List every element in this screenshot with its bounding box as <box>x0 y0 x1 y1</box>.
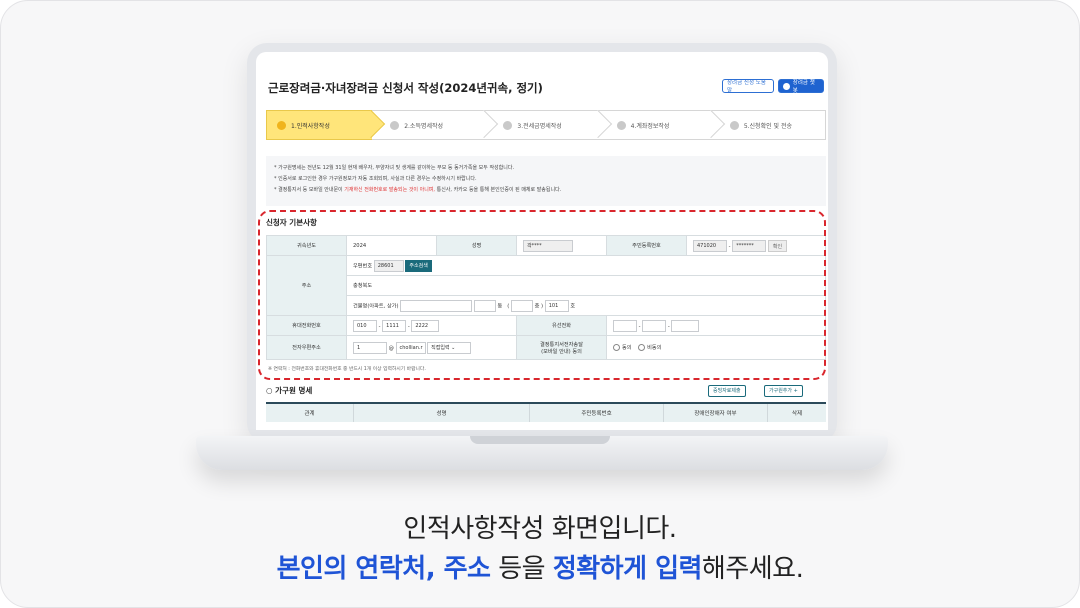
chat-icon <box>783 82 790 90</box>
step-3-icon <box>503 120 513 130</box>
step-4[interactable]: 4.계좌정보작성 <box>598 109 725 140</box>
add-family-button[interactable]: 가구원추가 + <box>764 385 803 397</box>
step-3-label: 3.전세금명세작성 <box>517 122 562 130</box>
step-progress: 1.인적사항작성 2.소득명세작성 3.전세금명세작성 4.계좌정보작성 5.신… <box>266 109 827 140</box>
step-1-icon <box>277 120 286 130</box>
step-5[interactable]: 5.신청확인 및 전송 <box>711 110 827 140</box>
step-2-icon <box>390 120 400 130</box>
caption-line-2: 본인의 연락처, 주소 등을 정확하게 입력해주세요. <box>0 548 1080 585</box>
notice-line-3-post: 통신사, 카카오 등을 통해 본인인증이 된 매체로 발송됩니다. <box>435 187 562 193</box>
step-2-label: 2.소득명세작성 <box>404 122 444 130</box>
step-5-icon <box>729 120 739 130</box>
notice-line-3-pre: * 결정통지서 등 모바일 안내문이 <box>274 187 345 193</box>
page-title: 근로장려금·자녀장려금 신청서 작성(2024년귀속, 정기) <box>268 81 543 95</box>
column-header: 삭제 <box>791 411 803 417</box>
step-4-icon <box>616 120 626 130</box>
circle-bullet-icon: ○ <box>266 386 276 395</box>
notice-line-1: * 가구원명세는 전년도 12월 31일 현재 배우자, 부양자녀 및 생계를 … <box>274 165 515 171</box>
chatbot-button[interactable]: 장려금 챗봇 <box>778 79 824 94</box>
laptop-notch <box>470 436 610 444</box>
notice-line-3: * 결정통지서 등 모바일 안내문이 기재하신 전화번호로 발송되는 것이 아니… <box>274 185 818 196</box>
proof-submit-button[interactable]: 증빙자료제출 <box>708 385 746 397</box>
step-2[interactable]: 2.소득명세작성 <box>372 109 499 140</box>
caption-highlight-2: 정확하게 입력 <box>552 554 703 584</box>
caption-end: 해주세요. <box>701 554 804 584</box>
column-header: 장애인장애자 여부 <box>664 404 768 422</box>
family-section-title: ○ 가구원 명세 <box>266 385 312 396</box>
column-header: 성명 <box>354 404 530 422</box>
laptop-screen: 근로장려금·자녀장려금 신청서 작성(2024년귀속, 정기) 장려금 신청 도… <box>256 52 828 430</box>
chatbot-label: 장려금 챗봇 <box>792 80 815 94</box>
notice-line-3-red: 기재하신 전화번호로 발송되는 것이 아니며, <box>344 187 435 193</box>
step-1[interactable]: 1.인적사항작성 <box>266 109 386 140</box>
notice-box: * 가구원명세는 전년도 12월 31일 현재 배우자, 부양자녀 및 생계를 … <box>266 156 826 206</box>
highlight-dashed-box <box>258 210 826 380</box>
family-table-header: 관계 성명 주민등록번호 장애인장애자 여부 삭제 <box>266 402 826 422</box>
step-4-label: 4.계좌정보작성 <box>630 122 670 130</box>
column-header: 주민등록번호 <box>530 404 664 422</box>
caption-line-1: 인적사항작성 화면입니다. <box>403 514 677 544</box>
step-5-label: 5.신청확인 및 전송 <box>743 122 792 130</box>
caption-highlight-1: 본인의 연락처, 주소 <box>276 554 491 584</box>
step-1-label: 1.인적사항작성 <box>291 122 330 130</box>
family-title-text: 가구원 명세 <box>275 386 313 395</box>
caption-mid: 등을 <box>490 554 553 584</box>
notice-line-2: * 인증서로 로그인한 경우 가구원정보가 자동 조회되며, 사실과 다른 경우… <box>274 176 477 182</box>
column-header: 관계 <box>266 404 354 422</box>
step-3[interactable]: 3.전세금명세작성 <box>485 109 612 140</box>
help-button[interactable]: 장려금 신청 도움말 <box>722 79 774 94</box>
